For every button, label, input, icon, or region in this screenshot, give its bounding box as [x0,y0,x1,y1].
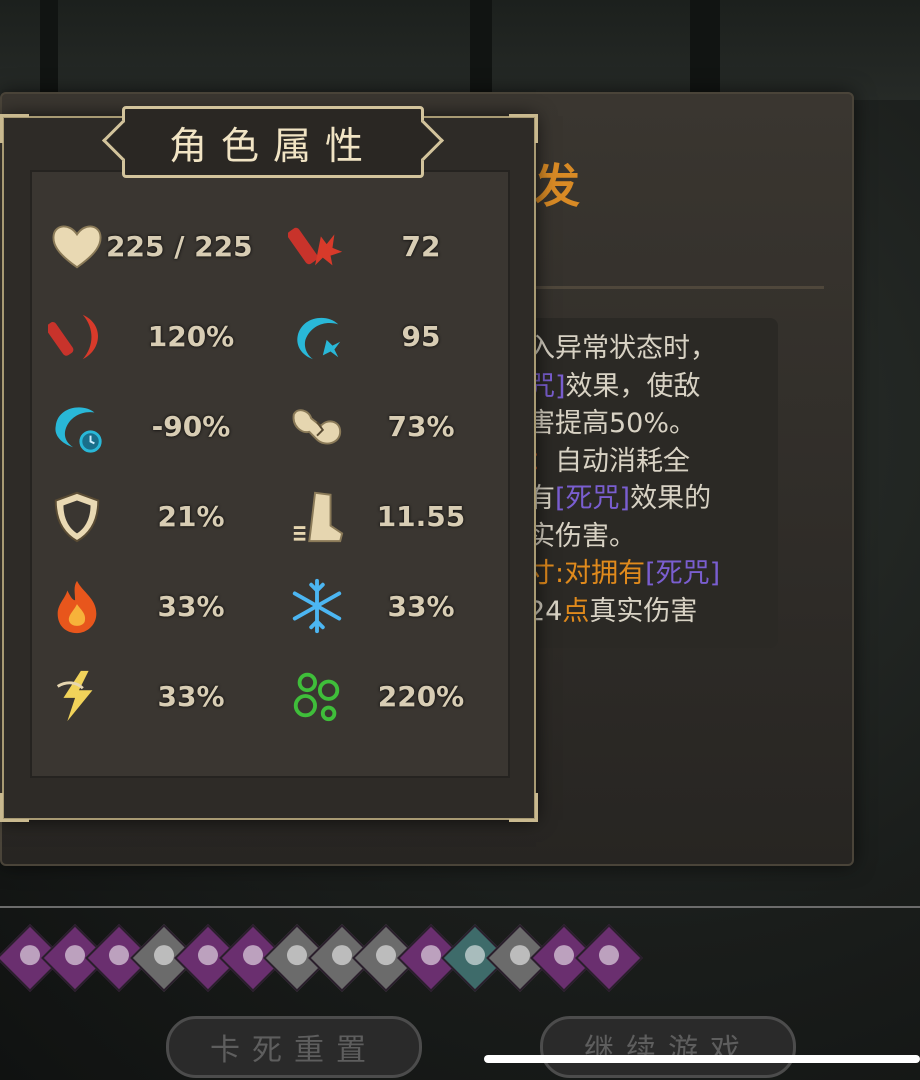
relic-emblem [420,945,441,966]
description-line: ：自动消耗全 [528,443,768,481]
description-line: 24点真实伤害 [528,593,768,631]
relic-emblem [554,945,574,966]
continue-game-button[interactable]: 继续游戏 [540,1016,796,1078]
stat-health: 225 / 225 [48,206,266,286]
stat-value: 72 [401,229,441,263]
relic-emblem [465,945,485,966]
relic-emblem [64,945,85,966]
relic-bar [0,924,643,992]
description-text: 效果，使敌 [565,370,701,402]
stat-value: 33% [157,679,225,713]
description-text: 实伤害。 [528,520,636,552]
relic-emblem [287,945,307,966]
stat-poison-resistance: 220% [288,656,496,736]
stat-attack: 72 [288,206,496,286]
description-line: 入异常状态时， [528,330,768,368]
stat-lightning-resistance: 33% [48,656,266,736]
stat-value: 33% [157,589,225,623]
corner-ornament [509,793,538,822]
lightning-icon [48,667,106,725]
divider [0,906,920,908]
description-line: 寸:对拥有[死咒] [528,555,768,593]
poison-bubbles-icon [288,667,346,725]
panel-title: 角色属性 [168,123,377,168]
description-line: 有[死咒]效果的 [528,480,768,518]
description-line: 实伤害。 [528,518,768,556]
stat-value: 120% [147,319,235,353]
description-text: 点 [562,595,590,627]
stat-armor-break: 73% [288,386,496,466]
stat-speed: 11.55 [288,476,496,556]
description-text: 寸:对拥有 [528,558,646,589]
divider [534,286,824,289]
description-text: 真实伤害 [589,595,698,627]
stat-value: 95 [401,319,441,353]
stat-cooldown: -90% [48,386,266,466]
stat-value: -90% [151,409,231,443]
relic-emblem [331,945,352,966]
relic-emblem [376,945,396,966]
description-text: 自动消耗全 [555,445,690,477]
stat-value: 21% [157,499,225,533]
skill-card-title: 发 [534,159,580,213]
shield-icon [48,487,106,545]
relic-emblem [198,945,218,966]
description-text: [死咒] [555,483,631,514]
relic-emblem [509,945,530,966]
stat-crit-damage: 120% [48,296,266,376]
stat-agility: 95 [288,296,496,376]
background-scenery [0,0,920,100]
relic-emblem [109,945,129,966]
skill-description: 入异常状态时， 咒]效果，使敌 害提高50%。 ：自动消耗全 有[死咒]效果的 实伤害。寸… [528,330,768,630]
description-text: 效果的 [630,483,712,514]
character-attributes-panel: 角色属性 225 / 225 72 120% 95 -90% 73% 21% 1… [0,106,538,822]
snowflake-icon [288,577,346,635]
description-line: 害提高50%。 [528,405,768,443]
panel-title-plate: 角色属性 [122,106,424,178]
stat-value: 33% [387,589,455,623]
relic-icon[interactable] [574,924,643,992]
stat-value: 11.55 [376,499,466,533]
relic-emblem [153,945,174,966]
heart-icon [48,217,106,275]
description-text: 入异常状态时， [528,333,717,364]
description-text: 害提高50%。 [528,408,697,439]
relic-emblem [242,945,263,966]
relic-emblem [598,945,619,966]
description-text: [死咒] [645,558,721,589]
stat-value: 225 / 225 [106,229,253,263]
blue-claw-icon [288,307,346,365]
fire-icon [48,577,106,635]
relic-emblem [20,945,40,966]
blue-claw-timer-icon [48,397,106,455]
stat-defense: 21% [48,476,266,556]
reset-button[interactable]: 卡死重置 [166,1016,422,1078]
corner-ornament [0,793,29,822]
boot-icon [288,487,346,545]
stat-value: 220% [377,679,465,713]
stat-fire-resistance: 33% [48,566,266,646]
stat-ice-resistance: 33% [288,566,496,646]
red-claw-icon [48,307,106,365]
home-indicator[interactable] [484,1055,920,1063]
broken-bone-icon [288,397,346,455]
bottle-burst-icon [288,217,346,275]
corner-ornament [0,114,29,143]
description-line: 咒]效果，使敌 [528,368,768,406]
stat-value: 73% [387,409,455,443]
corner-ornament [509,114,538,143]
